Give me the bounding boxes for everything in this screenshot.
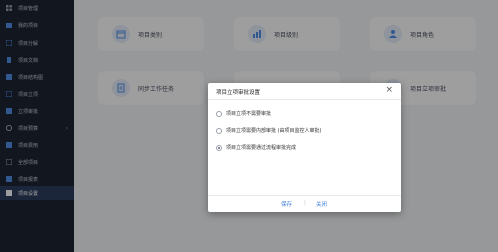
dialog-title: 项目立项审批设置 (216, 90, 261, 96)
divider (208, 195, 401, 196)
button-separator: | (304, 200, 306, 206)
close-button[interactable]: 关闭 (316, 200, 327, 208)
option-workflow-approval[interactable]: 项目立项需要通过流程审批完成 (216, 144, 296, 151)
option-label: 项目立项需要通过流程审批完成 (226, 145, 297, 151)
close-icon[interactable]: × (385, 85, 393, 95)
option-internal-approval[interactable]: 项目立项需要内部审批 (由项目监控人审批) (216, 127, 322, 134)
radio-button[interactable] (216, 127, 222, 134)
option-label: 项目立项不需要审批 (226, 111, 272, 117)
save-button[interactable]: 保存 (281, 200, 292, 208)
option-label: 项目立项需要内部审批 (由项目监控人审批) (226, 128, 322, 134)
radio-button[interactable] (216, 110, 222, 117)
option-no-approval[interactable]: 项目立项不需要审批 (216, 110, 271, 117)
radio-button-selected[interactable] (216, 144, 222, 151)
approval-settings-dialog: 项目立项审批设置 × 项目立项不需要审批 项目立项需要内部审批 (由项目监控人审… (208, 83, 401, 212)
divider (208, 99, 401, 100)
